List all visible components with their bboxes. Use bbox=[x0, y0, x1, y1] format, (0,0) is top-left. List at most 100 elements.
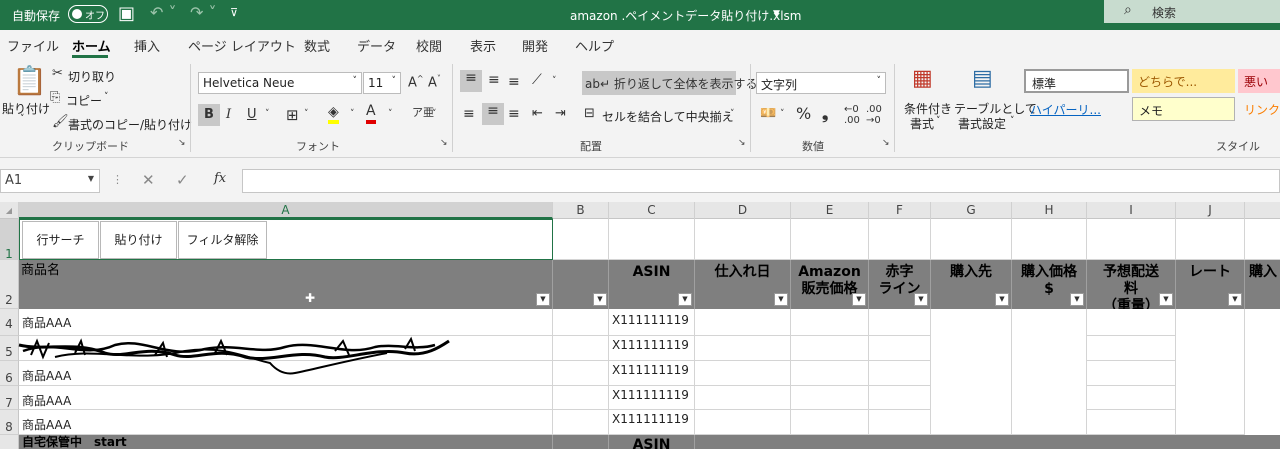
align-bottom-icon[interactable]: ≡ bbox=[508, 74, 520, 90]
paste-macro-button[interactable]: 貼り付け bbox=[100, 221, 177, 259]
tab-page-layout[interactable]: ページ レイアウト bbox=[188, 36, 296, 55]
cell-i[interactable] bbox=[1087, 410, 1176, 435]
row-header-2[interactable]: 2 bbox=[0, 260, 19, 309]
cell-product-name[interactable]: 商品AAA bbox=[19, 386, 553, 410]
bold-button[interactable]: B bbox=[198, 104, 220, 126]
align-left-icon[interactable]: ≡ bbox=[463, 106, 475, 122]
tab-help[interactable]: ヘルプ bbox=[575, 36, 614, 55]
filter-dropdown-c[interactable]: ▼ bbox=[678, 293, 692, 306]
font-color-icon[interactable]: A bbox=[366, 103, 376, 124]
filter-dropdown-h[interactable]: ▼ bbox=[1070, 293, 1084, 306]
cell-h1[interactable] bbox=[1012, 219, 1087, 260]
filter-dropdown-a[interactable]: ▼ bbox=[536, 293, 550, 306]
format-as-table-icon[interactable]: ▤ bbox=[972, 66, 993, 91]
grow-font-icon[interactable]: A^ bbox=[408, 74, 424, 90]
increase-decimal-icon[interactable]: ←0.00 bbox=[844, 104, 860, 126]
number-launcher-icon[interactable]: ↘ bbox=[882, 138, 890, 148]
phonetic-icon[interactable]: ア亜 bbox=[412, 104, 434, 120]
number-format-select[interactable]: 文字列 ˅ bbox=[756, 72, 886, 94]
font-name-select[interactable]: Helvetica Neue ˅ bbox=[198, 72, 362, 94]
font-launcher-icon[interactable]: ↘ bbox=[440, 138, 448, 148]
tab-data[interactable]: データ bbox=[357, 36, 396, 55]
cell-d[interactable] bbox=[695, 410, 791, 435]
row-header-8[interactable]: 8 bbox=[0, 410, 19, 435]
chevron-down-icon[interactable]: ˅ bbox=[1010, 116, 1015, 126]
cell-h-merged[interactable] bbox=[1012, 309, 1087, 435]
filter-dropdown-b[interactable]: ▼ bbox=[593, 293, 607, 306]
style-link[interactable]: リンク bbox=[1238, 97, 1280, 121]
cell-d[interactable] bbox=[695, 361, 791, 386]
tab-file[interactable]: ファイル bbox=[7, 36, 59, 55]
cell-b1[interactable] bbox=[553, 219, 609, 260]
cell-f[interactable] bbox=[869, 386, 931, 410]
filter-dropdown-e[interactable]: ▼ bbox=[852, 293, 866, 306]
filter-dropdown-j[interactable]: ▼ bbox=[1228, 293, 1242, 306]
column-header-i[interactable]: I bbox=[1087, 202, 1176, 219]
comma-icon[interactable]: ❟ bbox=[822, 104, 828, 124]
insert-function-icon[interactable]: fx bbox=[214, 171, 226, 186]
row-header-7[interactable]: 7 bbox=[0, 386, 19, 410]
column-header-k[interactable] bbox=[1245, 202, 1280, 219]
border-icon[interactable]: ⊞ bbox=[286, 106, 299, 124]
align-center-icon[interactable]: ≡ bbox=[482, 103, 504, 125]
copy-button[interactable]: コピー bbox=[66, 92, 102, 109]
undo-icon[interactable]: ↶ ˅ bbox=[150, 3, 177, 22]
fill-color-icon[interactable]: ◈ bbox=[328, 104, 339, 124]
chevron-down-icon[interactable]: ˅ bbox=[265, 109, 270, 119]
cell-e[interactable] bbox=[791, 309, 869, 336]
style-memo[interactable]: メモ bbox=[1132, 97, 1235, 121]
cell-asin[interactable]: X111111119 bbox=[609, 309, 695, 336]
alignment-launcher-icon[interactable]: ↘ bbox=[738, 138, 746, 148]
chevron-down-icon[interactable]: ˅ bbox=[780, 109, 785, 119]
cell-d[interactable] bbox=[695, 309, 791, 336]
column-header-d[interactable]: D bbox=[695, 202, 791, 219]
chevron-down-icon[interactable]: ˅ bbox=[388, 109, 393, 119]
cell-b[interactable] bbox=[553, 410, 609, 435]
cancel-icon[interactable]: ✕ bbox=[142, 171, 155, 189]
cell-i1[interactable] bbox=[1087, 219, 1176, 260]
cell-asin[interactable]: X111111119 bbox=[609, 410, 695, 435]
column-header-c[interactable]: C bbox=[609, 202, 695, 219]
tab-view[interactable]: 表示 bbox=[470, 36, 496, 55]
chevron-down-icon[interactable]: ˅ bbox=[552, 76, 557, 86]
italic-button[interactable]: I bbox=[226, 107, 231, 122]
tab-insert[interactable]: 挿入 bbox=[134, 36, 160, 55]
percent-icon[interactable]: % bbox=[796, 104, 811, 123]
row-header-1[interactable]: 1 bbox=[0, 219, 19, 261]
column-header-e[interactable]: E bbox=[791, 202, 869, 219]
cell-e[interactable] bbox=[791, 361, 869, 386]
section-rest[interactable] bbox=[695, 435, 1280, 449]
cell-d[interactable] bbox=[695, 386, 791, 410]
underline-button[interactable]: U bbox=[247, 107, 257, 122]
cell-asin[interactable]: X111111119 bbox=[609, 336, 695, 361]
cell-b[interactable] bbox=[553, 386, 609, 410]
row-search-button[interactable]: 行サーチ bbox=[22, 221, 99, 259]
currency-icon[interactable]: 💴 bbox=[760, 106, 776, 121]
wrap-text-button[interactable]: ab↵ 折り返して全体を表示する bbox=[582, 71, 758, 95]
tab-review[interactable]: 校閲 bbox=[416, 36, 442, 55]
style-normal[interactable]: 標準 bbox=[1024, 69, 1129, 93]
cell-d[interactable] bbox=[695, 336, 791, 361]
filter-dropdown-i[interactable]: ▼ bbox=[1159, 293, 1173, 306]
cell-d1[interactable] bbox=[695, 219, 791, 260]
style-bad[interactable]: 悪い bbox=[1238, 69, 1280, 93]
redo-icon[interactable]: ↷ ˅ bbox=[190, 3, 217, 22]
format-painter-button[interactable]: 書式のコピー/貼り付け bbox=[68, 116, 192, 133]
column-header-h[interactable]: H bbox=[1012, 202, 1087, 219]
autosave-toggle[interactable]: オフ bbox=[68, 5, 108, 23]
cell-product-name[interactable]: 商品AAA bbox=[19, 410, 553, 435]
cut-button[interactable]: 切り取り bbox=[68, 68, 116, 85]
shrink-font-icon[interactable]: A˅ bbox=[428, 74, 441, 90]
cell-k1[interactable] bbox=[1245, 219, 1280, 260]
section-cell-b[interactable] bbox=[553, 435, 609, 449]
paste-dropdown-icon[interactable]: ˅ bbox=[20, 114, 25, 124]
name-box[interactable]: A1 ▼ bbox=[0, 169, 100, 193]
cell-i[interactable] bbox=[1087, 309, 1176, 336]
paste-button[interactable]: 貼り付け bbox=[2, 100, 50, 117]
row-header-4[interactable]: 4 bbox=[0, 309, 19, 336]
filter-dropdown-f[interactable]: ▼ bbox=[914, 293, 928, 306]
formula-input[interactable] bbox=[242, 169, 1280, 193]
clipboard-icon[interactable]: 📋 bbox=[12, 64, 47, 97]
cell-i[interactable] bbox=[1087, 361, 1176, 386]
clipboard-launcher-icon[interactable]: ↘ bbox=[178, 138, 186, 148]
